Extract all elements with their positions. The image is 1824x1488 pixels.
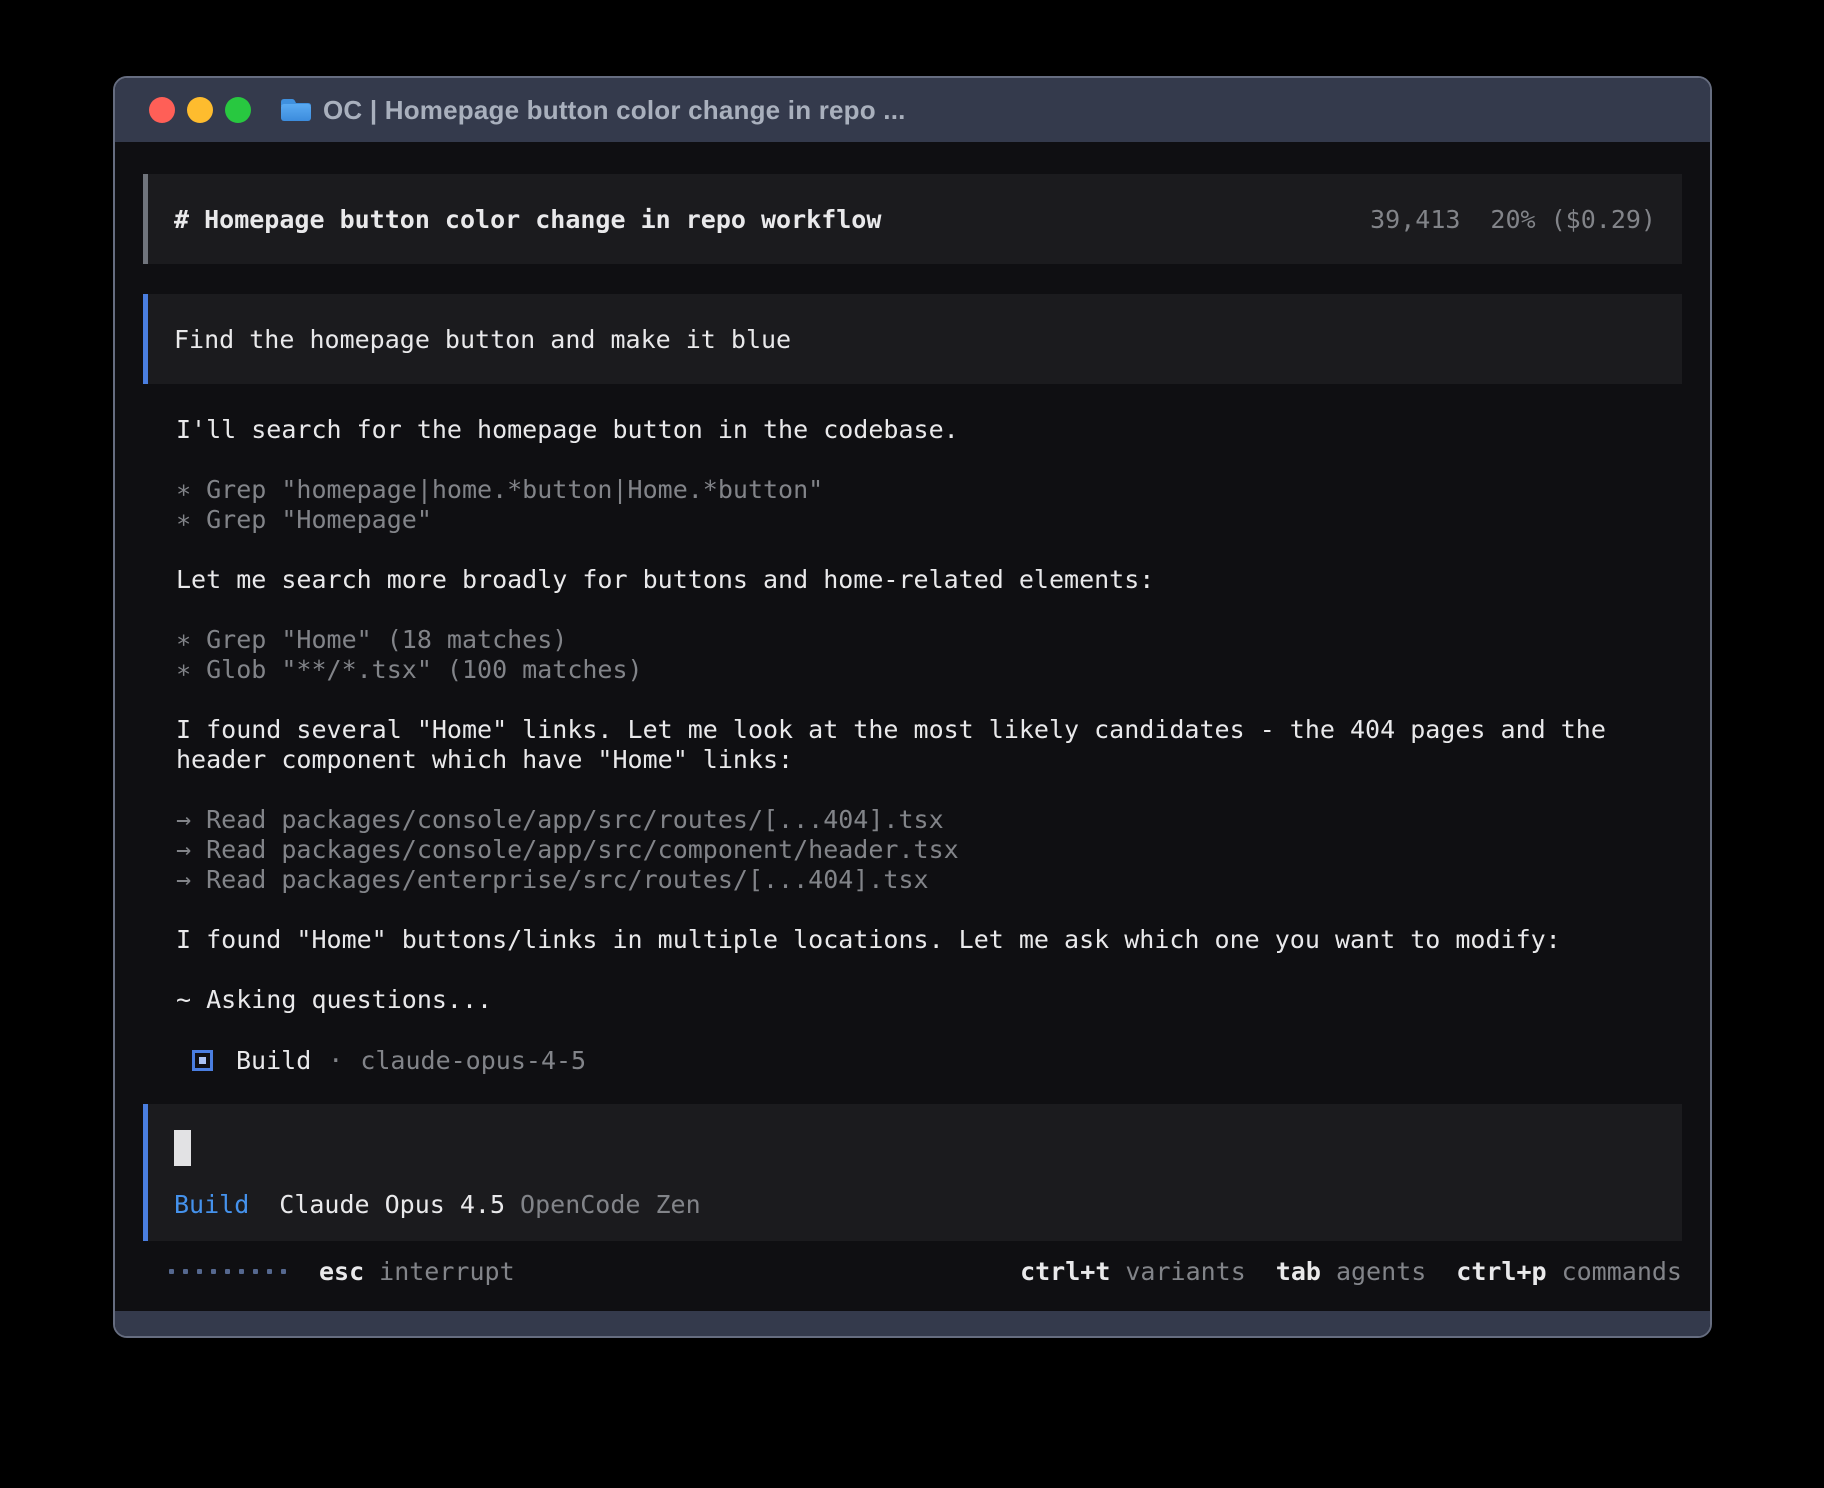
tool-call-block: → Read packages/console/app/src/routes/[… xyxy=(176,805,1682,895)
session-stats: 39,413 20% ($0.29) xyxy=(1370,205,1656,234)
close-button[interactable] xyxy=(149,97,175,123)
message-line: → Read packages/console/app/src/routes/[… xyxy=(176,805,1682,835)
message-line: ∗ Glob "**/*.tsx" (100 matches) xyxy=(176,655,1682,685)
activity-dot xyxy=(267,1269,272,1274)
session-title: # Homepage button color change in repo w… xyxy=(174,205,881,234)
activity-dot xyxy=(253,1269,258,1274)
terminal-window: OC | Homepage button color change in rep… xyxy=(113,76,1712,1338)
message-line: → Read packages/enterprise/src/routes/[.… xyxy=(176,865,1682,895)
shortcut-key: tab xyxy=(1276,1257,1321,1286)
shortcut-label: variants xyxy=(1125,1257,1245,1286)
message-line: Let me search more broadly for buttons a… xyxy=(176,565,1682,595)
minimize-button[interactable] xyxy=(187,97,213,123)
prompt-footer: Build Claude Opus 4.5 OpenCode Zen xyxy=(174,1190,1656,1220)
user-message: Find the homepage button and make it blu… xyxy=(143,294,1682,384)
user-message-text: Find the homepage button and make it blu… xyxy=(174,325,791,354)
message-line: I found several "Home" links. Let me loo… xyxy=(176,715,1682,745)
shortcut-variants[interactable]: ctrl+t variants xyxy=(1020,1257,1246,1286)
message-line: → Read packages/console/app/src/componen… xyxy=(176,835,1682,865)
shortcut-agents[interactable]: tab agents xyxy=(1276,1257,1426,1286)
text-cursor xyxy=(174,1130,191,1166)
terminal-content: # Homepage button color change in repo w… xyxy=(115,142,1710,1311)
assistant-messages: I'll search for the homepage button in t… xyxy=(176,415,1682,1075)
traffic-lights xyxy=(149,97,251,123)
esc-key-hint[interactable]: esc xyxy=(319,1257,364,1286)
activity-dot xyxy=(197,1269,202,1274)
shortcut-label: commands xyxy=(1562,1257,1682,1286)
window-bottom-strip xyxy=(115,1311,1710,1336)
context-usage: 20% ($0.29) xyxy=(1490,205,1656,234)
window-title: OC | Homepage button color change in rep… xyxy=(323,95,906,126)
shortcut-key: ctrl+t xyxy=(1020,1257,1110,1286)
message-line: I'll search for the homepage button in t… xyxy=(176,415,1682,445)
message-line: ∗ Grep "Home" (18 matches) xyxy=(176,625,1682,655)
titlebar[interactable]: OC | Homepage button color change in rep… xyxy=(115,78,1710,142)
statusbar: esc interrupt ctrl+tvariantstabagentsctr… xyxy=(143,1256,1682,1286)
agent-status-row: Build · claude-opus-4-5 xyxy=(176,1045,1682,1075)
activity-dot xyxy=(211,1269,216,1274)
message-line: ∗ Grep "Homepage" xyxy=(176,505,1682,535)
assistant-text-block: I found "Home" buttons/links in multiple… xyxy=(176,925,1682,955)
activity-dot xyxy=(183,1269,188,1274)
session-header: # Homepage button color change in repo w… xyxy=(143,174,1682,264)
assistant-text-block: I found several "Home" links. Let me loo… xyxy=(176,715,1682,775)
assistant-text-block: Let me search more broadly for buttons a… xyxy=(176,565,1682,595)
provider-label: OpenCode Zen xyxy=(520,1190,701,1220)
token-count: 39,413 xyxy=(1370,205,1460,234)
message-line: ∗ Grep "homepage|home.*button|Home.*butt… xyxy=(176,475,1682,505)
activity-dots xyxy=(169,1269,286,1274)
tool-call-block: ∗ Grep "Home" (18 matches)∗ Glob "**/*.t… xyxy=(176,625,1682,685)
status-separator: · xyxy=(328,1046,343,1075)
status-model-name: claude-opus-4-5 xyxy=(360,1046,586,1075)
assistant-text-block: I'll search for the homepage button in t… xyxy=(176,415,1682,445)
activity-dot xyxy=(169,1269,174,1274)
statusbar-left: esc interrupt xyxy=(143,1257,515,1286)
folder-icon xyxy=(279,96,313,124)
agent-build-icon xyxy=(192,1050,213,1071)
prompt-input[interactable]: Build Claude Opus 4.5 OpenCode Zen xyxy=(143,1104,1682,1241)
message-line: ~ Asking questions... xyxy=(176,985,1682,1015)
status-agent-name: Build xyxy=(236,1046,311,1075)
statusbar-shortcuts: ctrl+t variants tab agents ctrl+p commands xyxy=(1020,1257,1682,1286)
message-line: header component which have "Home" links… xyxy=(176,745,1682,775)
model-label[interactable]: Claude Opus 4.5 xyxy=(279,1190,505,1220)
shortcut-commands[interactable]: ctrl+p commands xyxy=(1456,1257,1682,1286)
assistant-text-block: ~ Asking questions... xyxy=(176,985,1682,1015)
agent-mode-label[interactable]: Build xyxy=(174,1190,249,1220)
tool-call-block: ∗ Grep "homepage|home.*button|Home.*butt… xyxy=(176,475,1682,535)
shortcut-key: ctrl+p xyxy=(1456,1257,1546,1286)
activity-dot xyxy=(225,1269,230,1274)
shortcut-label: agents xyxy=(1336,1257,1426,1286)
esc-key-action: interrupt xyxy=(379,1257,514,1286)
message-line: I found "Home" buttons/links in multiple… xyxy=(176,925,1682,955)
activity-dot xyxy=(239,1269,244,1274)
maximize-button[interactable] xyxy=(225,97,251,123)
activity-dot xyxy=(281,1269,286,1274)
